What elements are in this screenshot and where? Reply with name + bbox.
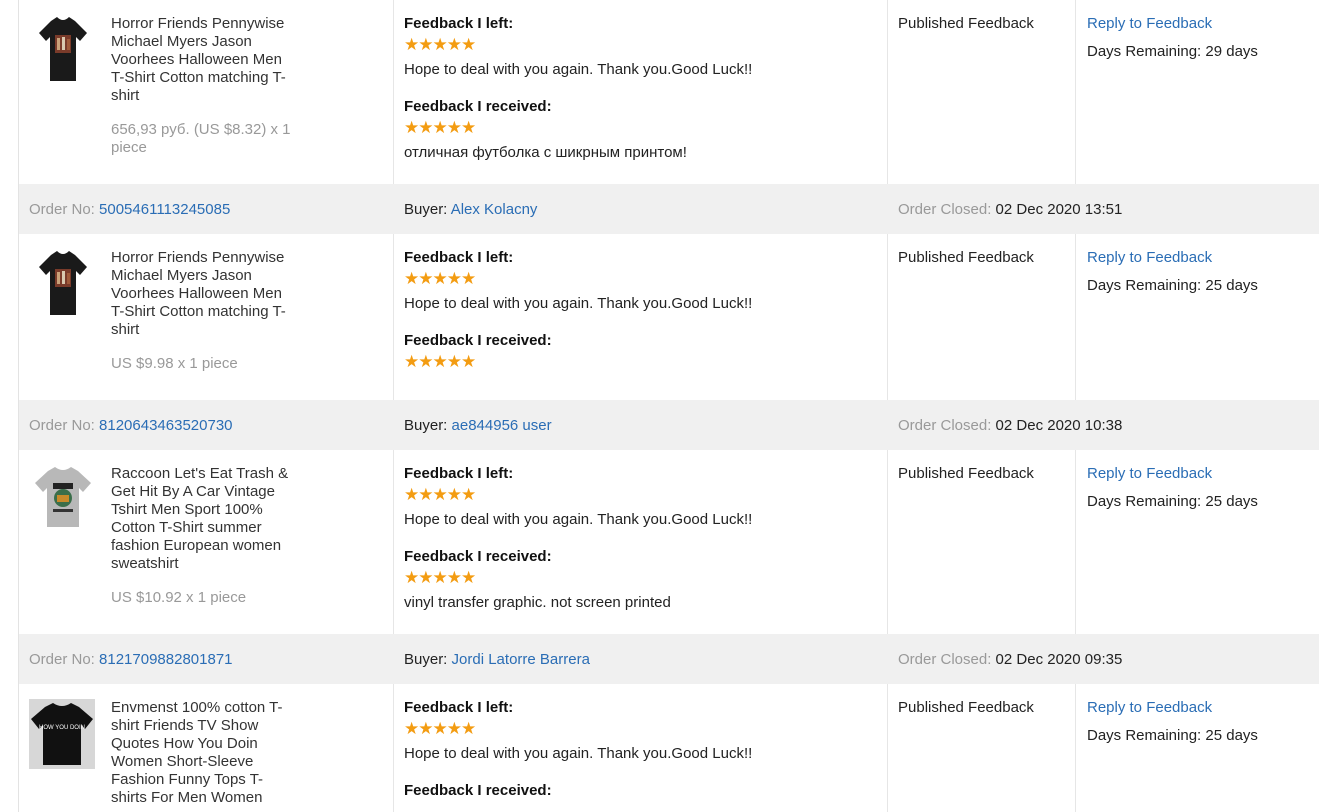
feedback-left-label: Feedback I left: [404,465,514,482]
reply-cell: Reply to Feedback Days Remaining: 25 day… [1076,684,1319,812]
feedback-left-label: Feedback I left: [404,699,514,716]
thumbnail-text: HOW YOU DOIN [39,725,85,731]
reply-to-feedback-link[interactable]: Reply to Feedback [1087,249,1319,266]
published-status: Published Feedback [898,465,1034,482]
order-no-label: Order No: [29,200,95,218]
order-no-link[interactable]: 5005461113245085 [99,201,230,218]
published-status: Published Feedback [898,699,1034,716]
feedback-left-stars: ★★★★★ [404,485,476,504]
days-remaining: Days Remaining: 25 days [1087,277,1258,294]
status-cell: Published Feedback [888,684,1076,812]
reply-cell: Reply to Feedback Days Remaining: 29 day… [1076,0,1319,184]
feedback-received-stars: ★★★★★ [404,352,476,371]
feedback-received-stars: ★★★★★ [404,118,476,137]
order-closed-date: 02 Dec 2020 13:51 [995,200,1123,218]
feedback-received-stars: ★★★★★ [404,568,476,587]
status-cell: Published Feedback [888,450,1076,634]
product-cell: Raccoon Let's Eat Trash & Get Hit By A C… [19,450,394,634]
product-cell: Horror Friends Pennywise Michael Myers J… [19,0,394,184]
tshirt-black-friends-icon: HOW YOU DOIN [29,699,95,769]
reply-to-feedback-link[interactable]: Reply to Feedback [1087,15,1319,32]
order-header: Order No: 8120643463520730 Buyer: ae8449… [19,400,1319,450]
reply-to-feedback-link[interactable]: Reply to Feedback [1087,699,1319,716]
product-thumbnail[interactable] [37,15,89,85]
order-header: Order No: 8121709882801871 Buyer: Jordi … [19,634,1319,684]
order-no-label: Order No: [29,650,95,668]
feedback-received-label: Feedback I received: [404,548,552,565]
status-cell: Published Feedback [888,0,1076,184]
days-remaining: Days Remaining: 25 days [1087,493,1258,510]
product-title[interactable]: Horror Friends Pennywise Michael Myers J… [111,15,293,105]
tshirt-black-icon [39,251,87,315]
feedback-cell: Feedback I left: ★★★★★ Hope to deal with… [394,450,888,634]
product-title[interactable]: Raccoon Let's Eat Trash & Get Hit By A C… [111,465,293,573]
product-cell: HOW YOU DOIN Envmenst 100% cotton T-shir… [19,684,394,812]
published-status: Published Feedback [898,249,1034,266]
feedback-table: Horror Friends Pennywise Michael Myers J… [18,0,1319,812]
feedback-left-text: Hope to deal with you again. Thank you.G… [404,61,753,78]
buyer-label: Buyer: [404,416,448,434]
order-no-link[interactable]: 8121709882801871 [99,651,232,668]
feedback-left-stars: ★★★★★ [404,269,476,288]
feedback-cell: Feedback I left: ★★★★★ Hope to deal with… [394,684,888,812]
feedback-left-label: Feedback I left: [404,249,514,266]
product-thumbnail[interactable] [37,249,89,319]
product-cell: Horror Friends Pennywise Michael Myers J… [19,234,394,400]
feedback-left-label: Feedback I left: [404,15,514,32]
feedback-row: HOW YOU DOIN Envmenst 100% cotton T-shir… [19,684,1319,812]
tshirt-black-icon [39,17,87,81]
days-remaining: Days Remaining: 29 days [1087,43,1258,60]
feedback-page: Horror Friends Pennywise Michael Myers J… [0,0,1319,812]
order-no-label: Order No: [29,416,95,434]
feedback-received-text: отличная футболка с шикрным принтом! [404,144,687,161]
order-closed-label: Order Closed: [898,650,992,668]
days-remaining: Days Remaining: 25 days [1087,727,1258,744]
reply-cell: Reply to Feedback Days Remaining: 25 day… [1076,450,1319,634]
feedback-left-text: Hope to deal with you again. Thank you.G… [404,745,753,762]
feedback-cell: Feedback I left: ★★★★★ Hope to deal with… [394,0,888,184]
buyer-label: Buyer: [404,200,448,218]
feedback-received-label: Feedback I received: [404,332,552,349]
status-cell: Published Feedback [888,234,1076,400]
product-thumbnail[interactable] [35,465,91,535]
feedback-received-label: Feedback I received: [404,98,552,115]
feedback-left-text: Hope to deal with you again. Thank you.G… [404,295,753,312]
buyer-link[interactable]: ae844956 user [452,417,552,434]
feedback-cell: Feedback I left: ★★★★★ Hope to deal with… [394,234,888,400]
product-price: US $10.92 x 1 piece [111,589,247,606]
feedback-row: Horror Friends Pennywise Michael Myers J… [19,0,1319,184]
product-title[interactable]: Envmenst 100% cotton T-shirt Friends TV … [111,699,293,807]
feedback-row: Horror Friends Pennywise Michael Myers J… [19,234,1319,400]
buyer-label: Buyer: [404,650,448,668]
product-title[interactable]: Horror Friends Pennywise Michael Myers J… [111,249,293,339]
product-thumbnail[interactable]: HOW YOU DOIN [29,699,95,769]
feedback-left-text: Hope to deal with you again. Thank you.G… [404,511,753,528]
reply-cell: Reply to Feedback Days Remaining: 25 day… [1076,234,1319,400]
order-header: Order No: 5005461113245085 Buyer: Alex K… [19,184,1319,234]
feedback-received-text: vinyl transfer graphic. not screen print… [404,594,671,611]
product-price: 656,93 руб. (US $8.32) x 1 piece [111,121,291,156]
buyer-link[interactable]: Jordi Latorre Barrera [452,651,590,668]
published-status: Published Feedback [898,15,1034,32]
tshirt-grey-icon [35,467,91,527]
feedback-received-label: Feedback I received: [404,782,552,799]
feedback-row: Raccoon Let's Eat Trash & Get Hit By A C… [19,450,1319,634]
reply-to-feedback-link[interactable]: Reply to Feedback [1087,465,1319,482]
order-no-link[interactable]: 8120643463520730 [99,417,232,434]
buyer-link[interactable]: Alex Kolacny [451,201,538,218]
feedback-left-stars: ★★★★★ [404,719,476,738]
feedback-left-stars: ★★★★★ [404,35,476,54]
order-closed-date: 02 Dec 2020 10:38 [995,416,1123,434]
order-closed-label: Order Closed: [898,200,992,218]
order-closed-date: 02 Dec 2020 09:35 [995,650,1123,668]
product-price: US $9.98 x 1 piece [111,355,238,372]
order-closed-label: Order Closed: [898,416,992,434]
